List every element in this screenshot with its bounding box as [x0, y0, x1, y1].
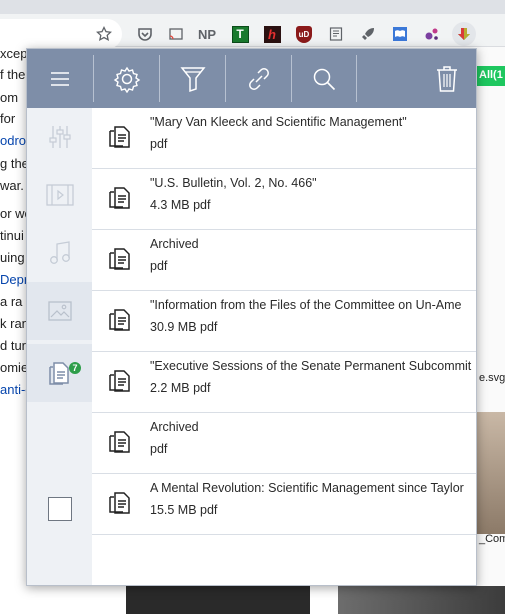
download-title: "Executive Sessions of the Senate Perman… [150, 359, 472, 373]
document-icon [108, 492, 132, 514]
book-icon[interactable] [389, 23, 411, 45]
t-extension-label: T [231, 25, 249, 43]
pocket-icon[interactable] [134, 23, 156, 45]
rocket-icon[interactable] [357, 23, 379, 45]
document-icon [108, 370, 132, 392]
bg-text-1: xcep [0, 46, 28, 61]
download-list: "Mary Van Kleeck and Scientific Manageme… [92, 108, 476, 585]
download-meta: 2.2 MB pdf [150, 381, 211, 395]
download-meta: pdf [150, 259, 168, 273]
popup-header [27, 49, 476, 108]
bg-file-label: e.svg [479, 372, 505, 384]
bg-photo-3 [338, 586, 505, 614]
document-icon [108, 248, 132, 270]
download-meta: 30.9 MB pdf [150, 320, 218, 334]
bg-text-2: f the [0, 67, 26, 82]
download-meta: 4.3 MB pdf [150, 198, 211, 212]
download-title: "U.S. Bulletin, Vol. 2, No. 466" [150, 176, 317, 190]
bg-file-label-2: _Com [479, 533, 505, 545]
bg-text-8: tinui [0, 228, 24, 243]
download-title: "Mary Van Kleeck and Scientific Manageme… [150, 115, 407, 129]
download-title: Archived [150, 420, 199, 434]
video-icon[interactable] [27, 166, 92, 224]
bg-text-10: a ra [0, 294, 23, 309]
header-divider [356, 55, 357, 102]
bg-text-5: g the [0, 156, 29, 171]
star-icon[interactable] [93, 23, 115, 45]
download-title: "Information from the Files of the Commi… [150, 298, 462, 312]
trash-icon[interactable] [416, 49, 476, 108]
bg-text-11: k ran [0, 316, 29, 331]
link-icon[interactable] [226, 49, 291, 108]
document-icon [108, 309, 132, 331]
documents-icon[interactable]: 7 [27, 344, 92, 402]
cast-icon[interactable] [165, 23, 187, 45]
search-icon[interactable] [292, 49, 356, 108]
ublock-label: uD [296, 25, 312, 43]
sliders-icon[interactable] [27, 108, 92, 166]
bg-photo-1 [477, 412, 505, 534]
download-item[interactable]: "Mary Van Kleeck and Scientific Manageme… [92, 108, 476, 169]
download-title: Archived [150, 237, 199, 251]
documents-count-badge: 7 [69, 362, 81, 374]
bg-text-13: omie [0, 360, 29, 375]
checkbox-box [47, 497, 72, 521]
download-item[interactable]: Archived pdf [92, 413, 476, 474]
image-icon[interactable] [27, 282, 92, 340]
document-icon [108, 431, 132, 453]
download-title: A Mental Revolution: Scientific Manageme… [150, 481, 464, 495]
document-icon [108, 187, 132, 209]
download-item[interactable]: "Executive Sessions of the Senate Perman… [92, 352, 476, 413]
all-filter-tag[interactable]: All(1 [477, 66, 505, 86]
bg-text-4: for [0, 111, 16, 126]
download-item[interactable]: "Information from the Files of the Commi… [92, 291, 476, 352]
dots-extension-icon[interactable] [421, 23, 443, 45]
select-all-checkbox[interactable] [27, 480, 92, 538]
filter-icon[interactable] [160, 49, 225, 108]
download-item[interactable]: A Mental Revolution: Scientific Manageme… [92, 474, 476, 535]
document-icon [108, 126, 132, 148]
np-extension-icon[interactable]: NP [196, 23, 218, 45]
tab-strip [0, 0, 505, 14]
menu-icon[interactable] [27, 49, 93, 108]
h-extension-icon[interactable]: h [261, 23, 283, 45]
h-extension-label: h [263, 25, 281, 43]
settings-icon[interactable] [94, 49, 159, 108]
t-extension-icon[interactable]: T [229, 23, 251, 45]
download-manager-popup: 7 "Mary Van Kleeck and Scientific Manage… [26, 48, 477, 586]
download-meta: pdf [150, 442, 168, 456]
bg-text-3: om [0, 90, 19, 105]
download-item[interactable]: "U.S. Bulletin, Vol. 2, No. 466" 4.3 MB p… [92, 169, 476, 230]
reader-icon[interactable] [325, 23, 347, 45]
ublock-icon[interactable]: uD [293, 23, 315, 45]
category-sidebar: 7 [27, 108, 92, 585]
download-item[interactable]: Archived pdf [92, 230, 476, 291]
browser-toolbar: NP T h uD [0, 0, 505, 49]
bg-text-6: war. [0, 178, 24, 193]
bg-link-1[interactable]: odro [0, 133, 26, 148]
download-meta: 15.5 MB pdf [150, 503, 218, 517]
bg-photo-2 [120, 586, 310, 614]
bg-text-12: d tur [0, 338, 27, 353]
music-icon[interactable] [27, 224, 92, 282]
bg-link-2[interactable]: Depr [0, 272, 28, 287]
download-meta: pdf [150, 137, 168, 151]
download-manager-icon[interactable] [452, 22, 476, 46]
